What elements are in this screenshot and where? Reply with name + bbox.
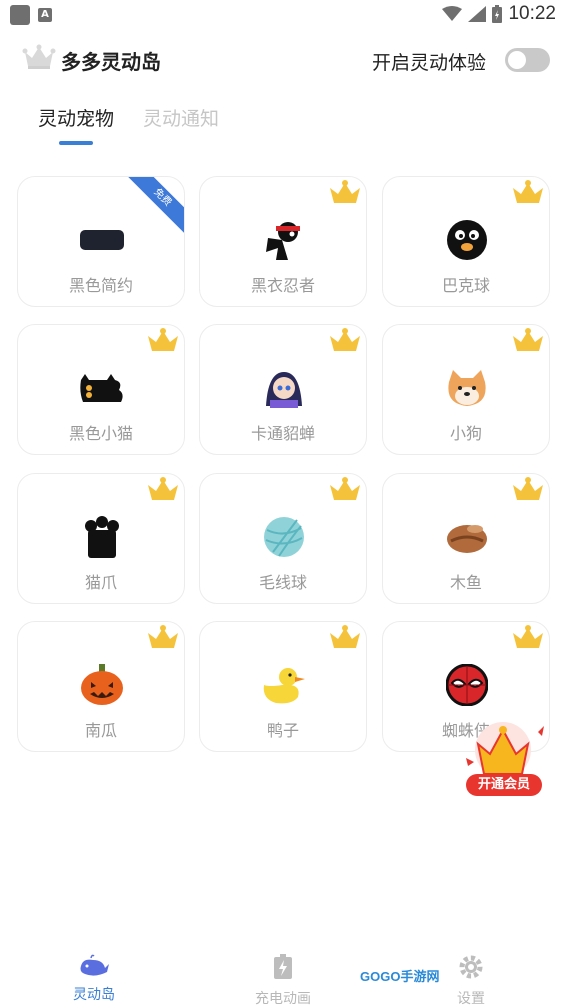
vip-label: 开通会员 bbox=[466, 774, 542, 796]
vip-float-button[interactable]: 开通会员 bbox=[460, 718, 546, 800]
app-title: 多多灵动岛 bbox=[61, 50, 161, 74]
status-bar: A 10:22 bbox=[0, 0, 566, 30]
crown-badge-icon bbox=[330, 477, 360, 500]
pet-label: 毛线球 bbox=[258, 573, 307, 592]
tab-pets[interactable]: 灵动宠物 bbox=[38, 104, 114, 131]
pet-label: 巴克球 bbox=[441, 276, 490, 295]
status-notifications: A bbox=[10, 5, 52, 25]
status-indicators: 10:22 bbox=[442, 3, 556, 25]
crown-badge-icon bbox=[513, 625, 543, 648]
nav-label: 设置 bbox=[457, 991, 485, 1006]
black-cat-icon bbox=[77, 363, 127, 413]
battery-icon bbox=[492, 5, 503, 23]
battery-charge-icon bbox=[274, 954, 292, 979]
crown-badge-icon bbox=[513, 328, 543, 351]
status-time: 10:22 bbox=[508, 3, 556, 24]
pet-card-duck[interactable]: 鸭子 bbox=[199, 621, 367, 752]
tab-indicator bbox=[59, 141, 93, 145]
toggle-label: 开启灵动体验 bbox=[371, 52, 486, 74]
tab-bar: 灵动宠物 灵动通知 bbox=[0, 100, 566, 150]
pet-card-ninja[interactable]: 黑衣忍者 bbox=[199, 176, 367, 307]
pet-label: 南瓜 bbox=[84, 721, 117, 740]
crown-badge-icon bbox=[148, 328, 178, 351]
shiba-dog-icon bbox=[442, 363, 492, 413]
crown-badge-icon bbox=[330, 180, 360, 203]
pet-card-yarn-ball[interactable]: 毛线球 bbox=[199, 473, 367, 604]
pet-label: 小狗 bbox=[449, 424, 482, 443]
signal-icon bbox=[468, 6, 487, 22]
pet-label: 猫爪 bbox=[84, 573, 117, 592]
buck-ball-icon bbox=[442, 215, 492, 265]
notification-a-icon: A bbox=[38, 8, 52, 22]
diaochan-icon bbox=[259, 363, 309, 413]
wooden-fish-icon bbox=[442, 512, 492, 562]
pet-card-cat-paw[interactable]: 猫爪 bbox=[17, 473, 185, 604]
cat-paw-icon bbox=[77, 512, 127, 562]
crown-badge-icon bbox=[513, 477, 543, 500]
nav-dynamic-island[interactable]: 灵动岛 bbox=[39, 954, 149, 1004]
pet-card-black-simple[interactable]: 免费 黑色简约 bbox=[17, 176, 185, 307]
pet-label: 卡通貂蝉 bbox=[250, 424, 315, 443]
whale-icon bbox=[80, 954, 109, 976]
pet-label: 黑色小猫 bbox=[68, 424, 133, 443]
gear-icon bbox=[459, 955, 483, 979]
app-header: 多多灵动岛 开启灵动体验 bbox=[0, 36, 566, 84]
black-pill-icon bbox=[77, 215, 127, 265]
nav-charging-animation[interactable]: 充电动画 bbox=[228, 954, 338, 1006]
spiderman-icon bbox=[442, 660, 492, 710]
wifi-icon bbox=[442, 6, 463, 21]
ninja-icon bbox=[259, 215, 309, 265]
pumpkin-icon bbox=[77, 660, 127, 710]
crown-logo-icon bbox=[22, 44, 56, 69]
pet-card-dog[interactable]: 小狗 bbox=[382, 324, 550, 455]
pet-card-black-cat[interactable]: 黑色小猫 bbox=[17, 324, 185, 455]
watermark: GOGO手游网 bbox=[360, 969, 440, 984]
notification-app-icon bbox=[10, 5, 30, 25]
vip-crown-icon bbox=[466, 722, 544, 778]
crown-badge-icon bbox=[513, 180, 543, 203]
pet-label: 黑衣忍者 bbox=[250, 276, 315, 295]
pet-label: 木鱼 bbox=[449, 573, 482, 592]
toggle-knob bbox=[508, 51, 526, 69]
tab-notifications[interactable]: 灵动通知 bbox=[143, 104, 219, 131]
bottom-nav: 灵动岛 充电动画 设置 bbox=[0, 946, 566, 1006]
free-badge: 免费 bbox=[124, 177, 184, 236]
duck-icon bbox=[259, 660, 309, 710]
pet-label: 黑色简约 bbox=[68, 276, 133, 295]
nav-label: 灵动岛 bbox=[73, 987, 115, 1003]
crown-badge-icon bbox=[330, 328, 360, 351]
crown-badge-icon bbox=[330, 625, 360, 648]
yarn-ball-icon bbox=[259, 512, 309, 562]
pet-card-buck-ball[interactable]: 巴克球 bbox=[382, 176, 550, 307]
nav-label: 充电动画 bbox=[255, 991, 311, 1006]
pet-card-wooden-fish[interactable]: 木鱼 bbox=[382, 473, 550, 604]
pet-label: 鸭子 bbox=[266, 721, 299, 740]
enable-toggle[interactable] bbox=[505, 48, 550, 72]
pet-card-diaochan[interactable]: 卡通貂蝉 bbox=[199, 324, 367, 455]
pet-card-pumpkin[interactable]: 南瓜 bbox=[17, 621, 185, 752]
crown-badge-icon bbox=[148, 477, 178, 500]
crown-badge-icon bbox=[148, 625, 178, 648]
